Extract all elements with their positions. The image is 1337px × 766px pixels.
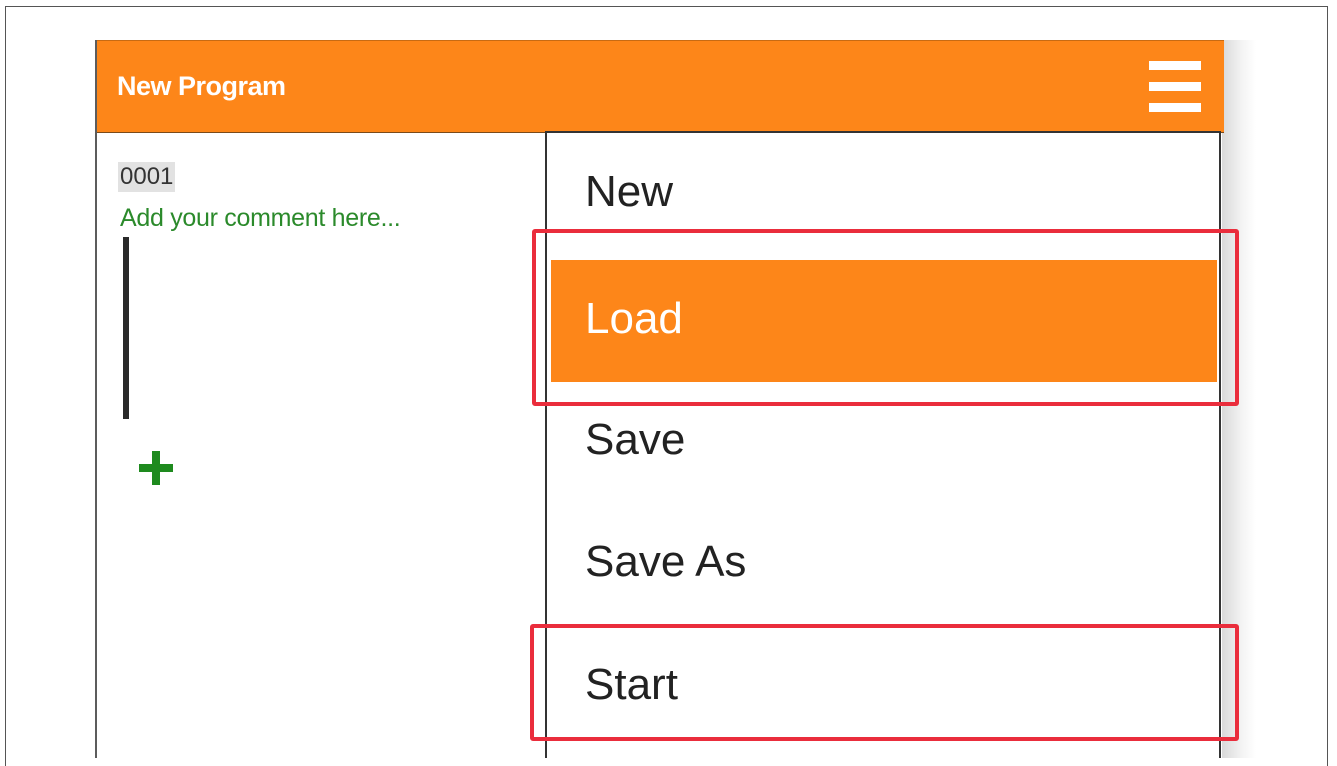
menu-item-save[interactable]: Save [551,381,1217,503]
menu-item-label: Save [585,415,686,464]
app-shadow [1222,40,1256,758]
app-title: New Program [117,71,286,101]
program-flow-line [123,237,129,419]
program-id[interactable]: 0001 [118,162,176,192]
menu-item-save-as[interactable]: Save As [551,503,1217,625]
menu-item-load[interactable]: Load [551,260,1217,382]
menu-item-new[interactable]: New [551,133,1217,255]
menu-item-label: Save As [585,537,747,586]
menu-item-start[interactable]: Start [551,626,1217,748]
app-header: New Program [97,40,1224,133]
dropdown-menu: New Load Save Save As Start [545,131,1221,758]
hamburger-icon[interactable] [1149,61,1201,113]
menu-item-label: New [585,167,674,216]
plus-icon[interactable] [139,451,173,485]
menu-item-label: Load [585,294,683,343]
menu-item-label: Start [585,660,678,709]
comment-field[interactable]: Add your comment here... [120,204,401,233]
